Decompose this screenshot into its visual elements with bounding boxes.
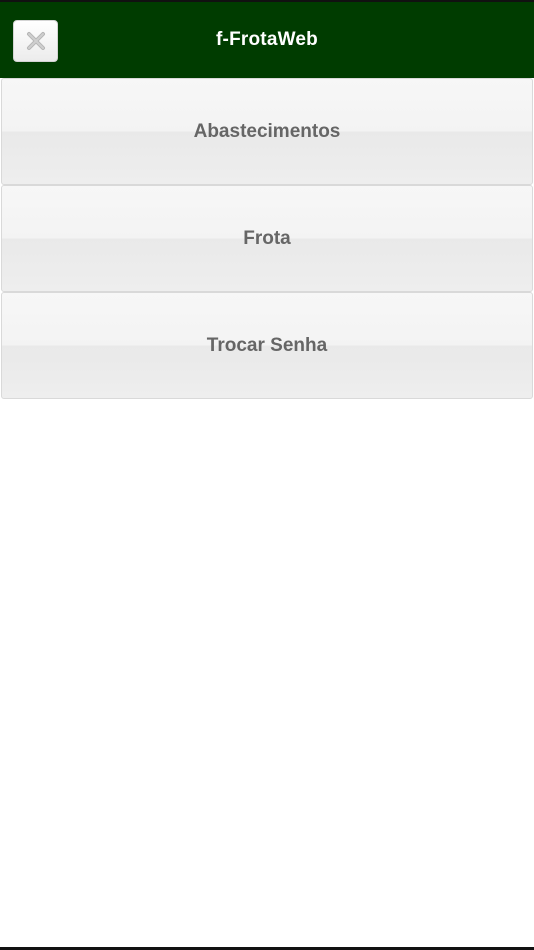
menu-item-abastecimentos[interactable]: Abastecimentos [1, 78, 533, 185]
close-button[interactable] [13, 20, 58, 62]
menu-item-label: Trocar Senha [206, 334, 328, 356]
menu-item-label: Frota [243, 227, 291, 249]
main-menu: Abastecimentos Frota Trocar Senha [0, 78, 534, 399]
menu-item-label: Abastecimentos [193, 120, 341, 142]
page-title: f-FrotaWeb [216, 29, 318, 50]
top-bar: f-FrotaWeb [0, 2, 534, 78]
app-screen: f-FrotaWeb Abastecimentos Frota Trocar S… [0, 0, 534, 950]
menu-item-trocar-senha[interactable]: Trocar Senha [1, 292, 533, 399]
menu-item-frota[interactable]: Frota [1, 185, 533, 292]
close-icon [25, 30, 47, 52]
